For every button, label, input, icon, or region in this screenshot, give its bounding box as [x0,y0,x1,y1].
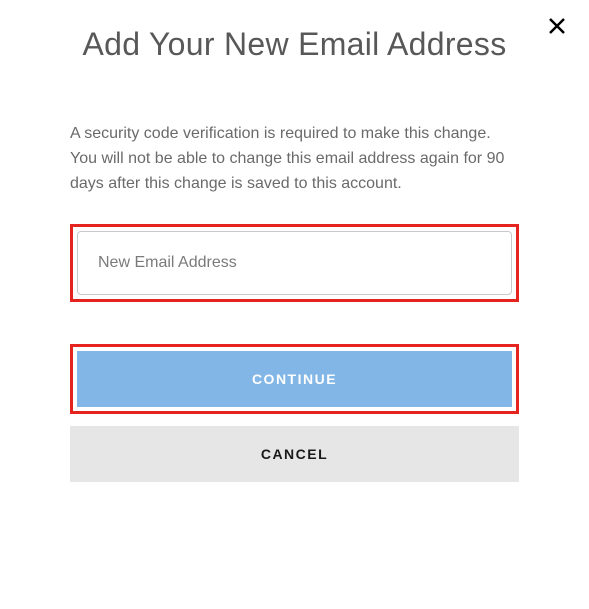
continue-button[interactable]: CONTINUE [77,351,512,407]
email-highlight-box [70,224,519,302]
close-icon [547,16,567,36]
modal-description: A security code verification is required… [70,122,519,196]
close-button[interactable] [543,12,571,40]
modal-title: Add Your New Email Address [70,24,519,64]
new-email-input[interactable] [77,231,512,295]
cancel-button[interactable]: CANCEL [70,426,519,482]
continue-highlight-box: CONTINUE [70,344,519,414]
modal-content: Add Your New Email Address A security co… [0,0,589,482]
